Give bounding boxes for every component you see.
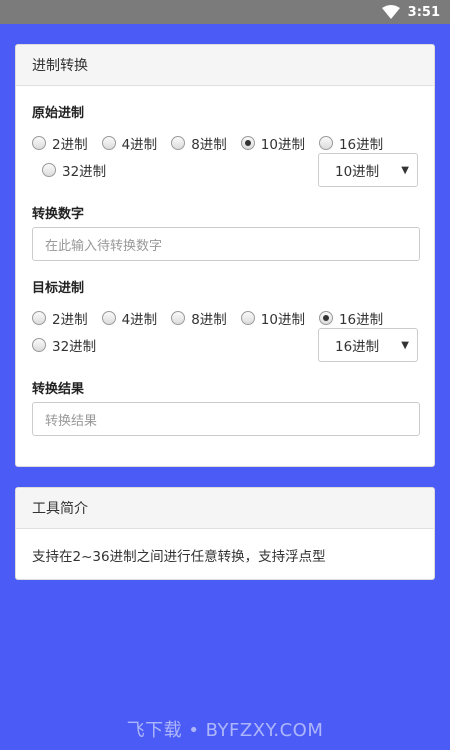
source-radio-4[interactable]: 4进制	[101, 133, 157, 153]
target-base-label: 目标进制	[32, 281, 85, 296]
target-radio-row-2: 32进制	[32, 335, 110, 355]
radio-circle[interactable]	[32, 338, 46, 352]
target-radio-32[interactable]: 32进制	[32, 335, 96, 355]
result-output[interactable]: 转换结果	[32, 402, 420, 436]
status-time: 3:51	[407, 4, 440, 20]
radio-circle[interactable]	[32, 311, 46, 325]
source-radio-16[interactable]: 16进制	[318, 133, 383, 153]
radio-circle[interactable]	[101, 311, 116, 325]
target-radio-4[interactable]: 4进制	[101, 308, 157, 328]
source-radio-32[interactable]: 32进制	[42, 160, 106, 180]
watermark: 飞下载 • BYFZXY.COM	[126, 720, 324, 741]
radio-circle[interactable]	[32, 136, 46, 150]
radio-circle-checked[interactable]	[318, 311, 333, 325]
input-number-label: 转换数字	[32, 207, 85, 222]
radio-circle[interactable]	[240, 311, 255, 325]
target-radio-2[interactable]: 2进制	[32, 308, 88, 328]
source-radio-10[interactable]: 10进制	[240, 133, 305, 153]
radio-circle-checked[interactable]	[240, 136, 255, 150]
radio-circle[interactable]	[318, 136, 333, 150]
dropdown-caret-icon: ▼	[401, 164, 409, 176]
target-radio-8[interactable]: 8进制	[171, 308, 227, 328]
status-bar: 3:51	[0, 0, 450, 24]
source-radio-row-1: 2进制 4进制 8进制 10进制 16进制	[32, 133, 397, 153]
wifi-icon	[381, 5, 400, 19]
source-base-label: 原始进制	[32, 106, 85, 121]
intro-panel-title: 工具简介	[16, 488, 434, 529]
target-radio-10[interactable]: 10进制	[240, 308, 305, 328]
radio-circle[interactable]	[171, 136, 186, 150]
intro-panel: 工具简介 支持在2~36进制之间进行任意转换，支持浮点型	[15, 487, 435, 580]
source-radio-8[interactable]: 8进制	[171, 133, 227, 153]
target-radio-16[interactable]: 16进制	[318, 308, 383, 328]
source-base-select[interactable]: 10进制 ▼	[318, 153, 418, 187]
target-base-select[interactable]: 16进制 ▼	[318, 328, 418, 362]
radio-circle[interactable]	[171, 311, 186, 325]
intro-text: 支持在2~36进制之间进行任意转换，支持浮点型	[32, 549, 326, 565]
dropdown-caret-icon: ▼	[401, 339, 409, 351]
result-label: 转换结果	[32, 382, 85, 397]
radio-circle[interactable]	[101, 136, 116, 150]
converter-panel-title: 进制转换	[16, 45, 434, 86]
source-radio-row-2: 32进制	[42, 160, 120, 180]
converter-panel: 进制转换 原始进制 2进制 4进制 8进制 10进制 16进制 32进制 10进…	[15, 44, 435, 467]
number-input[interactable]: 在此输入待转换数字	[32, 227, 420, 261]
target-radio-row-1: 2进制 4进制 8进制 10进制 16进制	[32, 308, 397, 328]
source-radio-2[interactable]: 2进制	[32, 133, 88, 153]
radio-circle[interactable]	[42, 163, 56, 177]
